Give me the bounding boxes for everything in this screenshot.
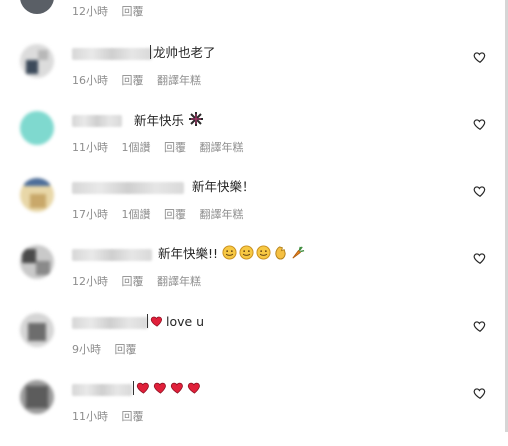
avatar[interactable] [20,380,54,414]
comment-item: 新年快樂！ 17小時 1個讚 回覆 翻譯年糕 [0,178,505,244]
reply-button[interactable]: 回覆 [164,208,186,221]
heart-outline-icon[interactable] [473,386,487,400]
comment-meta: 16小時 回覆 翻譯年糕 [72,72,211,88]
comment-meta: 17小時 1個讚 回覆 翻譯年糕 [72,206,254,222]
reply-button[interactable]: 回覆 [115,343,137,356]
red-heart-icon [170,382,183,394]
heart-outline-icon[interactable] [473,184,487,198]
heart-outline-icon[interactable] [473,117,487,131]
avatar[interactable] [20,178,54,212]
reply-button[interactable]: 回覆 [164,141,186,154]
comment-meta: 11小時 回覆 [72,408,154,424]
username-blurred[interactable] [72,182,184,194]
comment-text [133,380,204,398]
comment-item: love u 9小時 回覆 [0,313,505,379]
smiling-face-icon [239,245,254,260]
comment-time: 17小時 [72,208,108,221]
username-blurred[interactable] [72,48,152,60]
comment-text: 新年快樂！ [192,179,255,194]
comment-time: 16小時 [72,74,108,87]
red-heart-icon [153,382,166,394]
firework-icon [189,112,203,126]
comment-text: 新年快乐 [134,111,206,130]
reply-button[interactable]: 回覆 [122,5,144,18]
smiling-face-icon [222,245,237,260]
comment-text: 龙帅也老了 [150,44,216,62]
comment-time: 9小時 [72,343,101,356]
translate-button[interactable]: 翻譯年糕 [157,275,201,288]
avatar[interactable] [20,44,54,78]
heart-outline-icon[interactable] [473,251,487,265]
comment-text: 新年快樂!! [158,245,307,263]
comment-time: 12小時 [72,275,108,288]
clapping-hands-icon [275,246,286,260]
comment-meta: 12小時 回覆 翻譯年糕 [72,273,211,289]
heart-outline-icon[interactable] [473,319,487,333]
comment-meta: 12小時 回覆 [72,3,154,19]
comment-item: 龙帅也老了 16小時 回覆 翻譯年糕 [0,44,505,110]
comment-time: 11小時 [72,410,108,423]
translate-button[interactable]: 翻譯年糕 [157,74,201,87]
username-blurred[interactable] [72,249,152,261]
username-blurred[interactable] [72,115,122,127]
comment-item: 新年快乐 11小時 1個讚 回覆 翻譯年糕 [0,111,505,177]
comment-item: 11小時 回覆 [0,380,505,446]
carrot-icon [292,246,305,259]
translate-button[interactable]: 翻譯年糕 [200,141,244,154]
reply-button[interactable]: 回覆 [122,410,144,423]
username-blurred[interactable] [72,317,148,329]
smiling-face-icon [256,245,271,260]
comment-meta: 9小時 回覆 [72,341,147,357]
reply-button[interactable]: 回覆 [122,275,144,288]
username-blurred[interactable] [72,384,132,396]
comment-text: love u [147,313,204,331]
comment-partial: 12小時 回覆 [0,0,505,22]
avatar[interactable] [20,111,54,145]
reply-button[interactable]: 回覆 [122,74,144,87]
comment-item: 新年快樂!! 12小時 回覆 翻譯年糕 [0,245,505,311]
comment-time: 11小時 [72,141,108,154]
red-heart-icon [136,382,149,394]
heart-outline-icon[interactable] [473,50,487,64]
avatar[interactable] [20,245,54,279]
likes-count[interactable]: 1個讚 [122,141,151,154]
likes-count[interactable]: 1個讚 [122,208,151,221]
red-heart-icon [150,316,162,327]
avatar[interactable] [20,313,54,347]
comment-time: 12小時 [72,5,108,18]
red-heart-icon [187,382,200,394]
avatar[interactable] [20,0,54,14]
translate-button[interactable]: 翻譯年糕 [200,208,244,221]
comment-meta: 11小時 1個讚 回覆 翻譯年糕 [72,139,254,155]
